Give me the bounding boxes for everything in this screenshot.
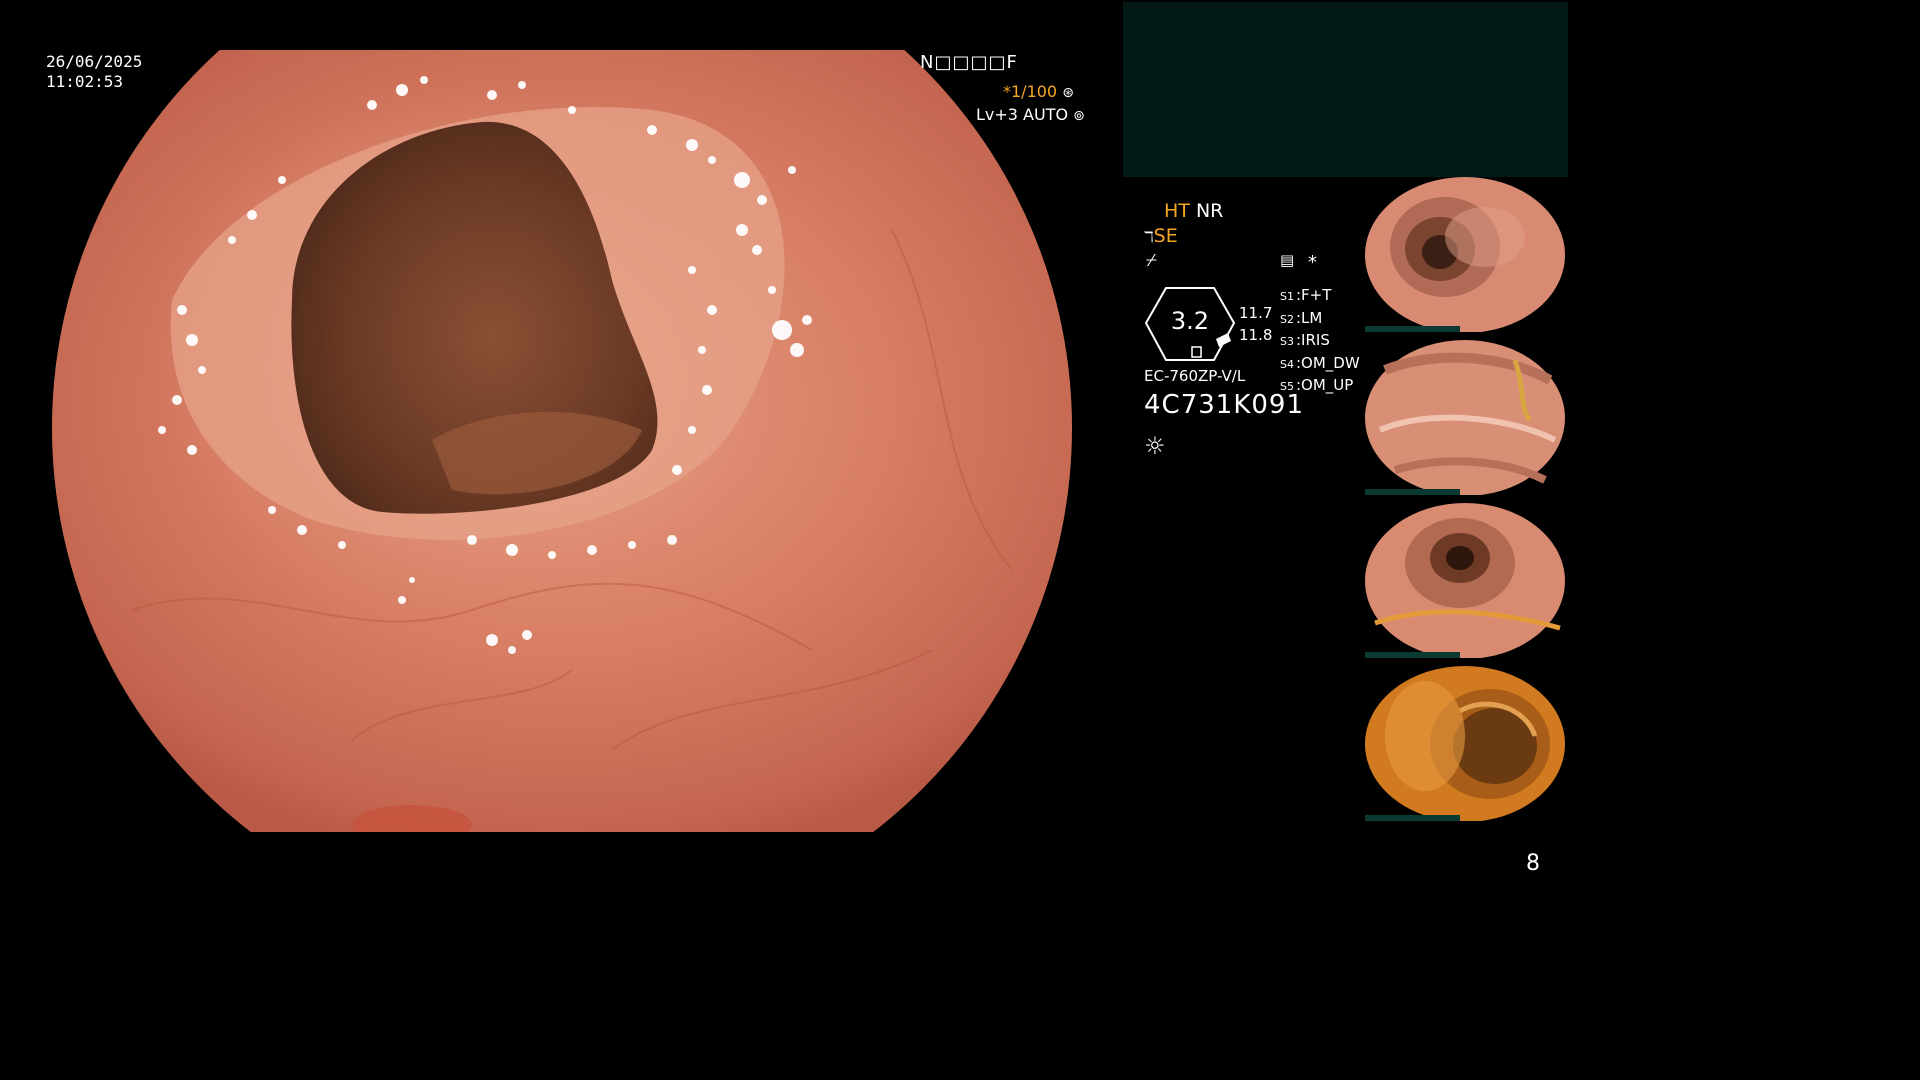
switch-item: S4:OM_DW <box>1280 353 1360 372</box>
switch-item: S3:IRIS <box>1280 331 1330 349</box>
value-a: 11.7 <box>1239 304 1273 322</box>
value-b: 11.8 <box>1239 326 1273 344</box>
exposure-level: Lv+3 AUTO <box>976 105 1069 124</box>
se-row: ℸSE <box>1144 225 1178 247</box>
thumbnail-4[interactable] <box>1365 666 1568 821</box>
switch-list: S1:F+T S2:LM S3:IRIS S4:OM_DW S5:OM_UP <box>1280 285 1360 398</box>
scope-model: EC-760ZP-V/L <box>1144 367 1246 385</box>
thumbnail-2[interactable] <box>1365 340 1568 495</box>
light-source-icon: ☼ <box>1144 432 1166 460</box>
capture-time: 11:02:53 <box>46 72 124 91</box>
thumbnail-1[interactable] <box>1365 177 1568 332</box>
capture-date: 26/06/2025 <box>46 52 143 71</box>
scope-serial: 4C731K091 <box>1144 390 1304 420</box>
switch-item: S2:LM <box>1280 308 1323 327</box>
shutter-speed: *1/100 <box>1003 82 1058 101</box>
switch-item: S1:F+T <box>1280 286 1332 304</box>
ht-label: HT <box>1164 200 1190 222</box>
scope-icon: ℸ <box>1144 228 1154 246</box>
enhancement-row: HT NR <box>1164 200 1223 222</box>
freeze-icon: ⌿ <box>1146 250 1157 271</box>
info-panel <box>1123 2 1568 177</box>
page-number: 8 <box>1526 851 1540 876</box>
nr-label: NR <box>1195 200 1224 222</box>
shutter-row: *1/100 ⊛ <box>1003 82 1074 101</box>
memo-icon: ▤ <box>1280 251 1295 269</box>
endoscope-live-view <box>52 50 1072 832</box>
zoom-dial: 3.2 <box>1142 285 1238 363</box>
asterisk-mark: * <box>1308 252 1317 273</box>
header-code: N□□□□F <box>920 52 1018 73</box>
se-label: SE <box>1153 225 1178 247</box>
auto-iris-icon: ⊚ <box>1073 108 1085 124</box>
level-row: Lv+3 AUTO ⊚ <box>976 105 1085 124</box>
thumbnail-3[interactable] <box>1365 503 1568 658</box>
dial-value: 3.2 <box>1170 307 1210 335</box>
aperture-icon: ⊛ <box>1062 85 1074 101</box>
